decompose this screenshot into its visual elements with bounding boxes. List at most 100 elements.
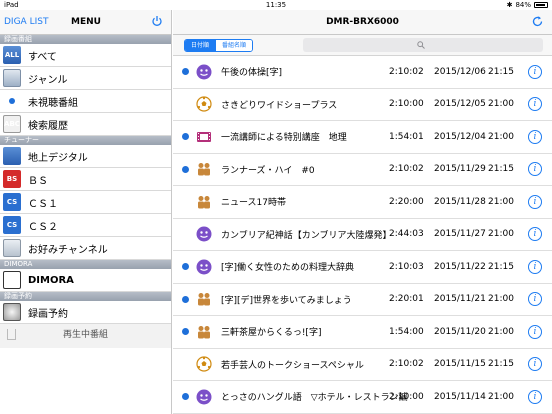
variety-genre-icon: [196, 389, 212, 405]
sidebar-item-label: 録画予約: [28, 308, 68, 320]
info-icon[interactable]: i: [528, 162, 542, 177]
search-input[interactable]: [303, 38, 543, 52]
program-time: 21:15: [488, 359, 514, 370]
program-title: [字]働く女性のための料理大辞典: [221, 263, 355, 274]
program-row[interactable]: [字][デ]世界を歩いてみましょう 2:20:01 2015/11/21 21:00 i: [173, 284, 552, 316]
program-duration: 2:20:01: [389, 294, 424, 305]
toolbar: 日付順 番組名順: [173, 35, 552, 56]
menu-title: MENU: [71, 17, 101, 27]
power-icon[interactable]: [151, 15, 163, 27]
info-icon[interactable]: i: [528, 194, 542, 209]
program-title: カンブリア紀神話【カンブリア大陸爆発】: [221, 230, 392, 241]
program-duration: 2:20:00: [389, 196, 424, 207]
sidebar-item-bs[interactable]: BS ＢＳ: [0, 168, 171, 191]
all-icon: ALL: [3, 46, 21, 64]
sort-by-date-button[interactable]: 日付順: [185, 40, 216, 51]
variety-genre-icon: [196, 64, 212, 80]
program-duration: 2:10:03: [389, 261, 424, 272]
favorite-channel-icon: [3, 239, 21, 257]
sidebar-item-dimora[interactable]: D DIMORA: [0, 269, 171, 292]
program-time: 21:00: [488, 99, 514, 110]
sidebar-item-unwatched[interactable]: 未視聴番組: [0, 90, 171, 113]
program-title: ランナーズ・ハイ #0: [221, 165, 315, 176]
program-title: 若手芸人のトークショースペシャル: [221, 360, 364, 371]
program-time: 21:00: [488, 131, 514, 142]
now-playing-bar[interactable]: 再生中番組: [0, 324, 171, 348]
program-row[interactable]: 三軒茶屋からくるっ![字] 1:54:00 2015/11/20 21:00 i: [173, 316, 552, 349]
people-genre-icon: [196, 291, 212, 307]
cs-icon: CS: [3, 216, 21, 234]
program-date: 2015/12/04: [434, 131, 486, 142]
sidebar-item-label: すべて: [28, 51, 57, 63]
program-duration: 2:10:02: [389, 66, 424, 77]
info-icon[interactable]: i: [528, 97, 542, 112]
info-icon[interactable]: i: [528, 324, 542, 339]
bs-icon: BS: [3, 170, 21, 188]
genre-icon: [3, 69, 21, 87]
sidebar-item-all[interactable]: ALL すべて: [0, 44, 171, 67]
dimora-icon: D: [3, 271, 21, 289]
info-icon[interactable]: i: [528, 64, 542, 79]
unwatched-dot-icon: [182, 133, 189, 141]
program-duration: 2:10:02: [389, 359, 424, 370]
program-title: ニュース17時帯: [221, 198, 287, 209]
sidebar-header: DIGA LIST MENU: [0, 10, 171, 35]
sidebar-item-reservation[interactable]: 録画予約: [0, 301, 171, 324]
program-title: 三軒茶屋からくるっ![字]: [221, 328, 322, 339]
program-row[interactable]: 若手芸人のトークショースペシャル 2:10:02 2015/11/15 21:15 i: [173, 349, 552, 381]
program-date: 2015/11/27: [434, 229, 486, 240]
info-icon[interactable]: i: [528, 129, 542, 144]
program-list: 午後の体操[字] 2:10:02 2015/12/06 21:15 i さきどりワイドショ…: [173, 56, 552, 414]
info-icon[interactable]: i: [528, 227, 542, 242]
program-time: 21:00: [488, 196, 514, 207]
sidebar-item-search-history[interactable]: ABC 検索履歴: [0, 113, 171, 136]
program-row[interactable]: とっさのハングル語 ▽ホテル・レストラン編 2:10:00 2015/11/14 21…: [173, 381, 552, 414]
sidebar-item-cs2[interactable]: CS ＣＳ２: [0, 214, 171, 237]
sidebar-item-terrestrial[interactable]: 地上デジタル: [0, 145, 171, 168]
sports-genre-icon: [196, 356, 212, 372]
bluetooth-icon: ✱: [506, 1, 513, 9]
sidebar-item-favorites[interactable]: お好みチャンネル: [0, 237, 171, 260]
info-icon[interactable]: i: [528, 357, 542, 372]
refresh-icon[interactable]: [531, 15, 544, 28]
sidebar-item-label: 地上デジタル: [28, 152, 88, 164]
program-time: 21:15: [488, 164, 514, 175]
program-time: 21:15: [488, 66, 514, 77]
sidebar-item-cs1[interactable]: CS ＣＳ１: [0, 191, 171, 214]
program-date: 2015/11/14: [434, 391, 486, 402]
info-icon[interactable]: i: [528, 292, 542, 307]
program-title: 一流講師による特別講座 地理: [221, 133, 347, 144]
clock-icon: [3, 303, 21, 321]
status-right: ✱ 84%: [507, 0, 548, 10]
share-icon[interactable]: [7, 329, 16, 340]
sidebar-item-label: DIMORA: [28, 274, 74, 286]
sidebar-item-genre[interactable]: ジャンル: [0, 67, 171, 90]
program-row[interactable]: カンブリア紀神話【カンブリア大陸爆発】 2:44:03 2015/11/27 21:0…: [173, 219, 552, 251]
variety-genre-icon: [196, 226, 212, 242]
unwatched-dot-icon: [182, 263, 189, 271]
info-icon[interactable]: i: [528, 389, 542, 404]
program-date: 2015/12/05: [434, 99, 486, 110]
program-row[interactable]: ランナーズ・ハイ #0 2:10:02 2015/11/29 21:15 i: [173, 154, 552, 186]
program-date: 2015/12/06: [434, 66, 486, 77]
program-time: 21:00: [488, 229, 514, 240]
program-duration: 1:54:00: [389, 326, 424, 337]
people-genre-icon: [196, 324, 212, 340]
program-date: 2015/11/15: [434, 359, 486, 370]
section-recorded: 録画番組: [0, 35, 171, 44]
sort-by-name-button[interactable]: 番組名順: [215, 40, 253, 51]
program-duration: 1:54:01: [389, 131, 424, 142]
program-row[interactable]: ニュース17時帯 2:20:00 2015/11/28 21:00 i: [173, 186, 552, 219]
program-row[interactable]: 一流講師による特別講座 地理 1:54:01 2015/12/04 21:00 i: [173, 121, 552, 154]
section-reservation: 録画予約: [0, 292, 171, 301]
program-title: さきどりワイドショープラス: [221, 100, 338, 111]
info-icon[interactable]: i: [528, 259, 542, 274]
unwatched-dot-icon: [182, 328, 189, 336]
section-dimora: DIMORA: [0, 260, 171, 269]
program-title: 午後の体操[字]: [221, 68, 283, 79]
search-icon: [417, 41, 425, 49]
program-row[interactable]: 午後の体操[字] 2:10:02 2015/12/06 21:15 i: [173, 56, 552, 89]
program-row[interactable]: さきどりワイドショープラス 2:10:00 2015/12/05 21:00 i: [173, 89, 552, 121]
sidebar: DIGA LIST MENU 録画番組 ALL すべて ジャンル 未視聴番組 A…: [0, 10, 172, 414]
program-row[interactable]: [字]働く女性のための料理大辞典 2:10:03 2015/11/22 21:15 i: [173, 251, 552, 284]
